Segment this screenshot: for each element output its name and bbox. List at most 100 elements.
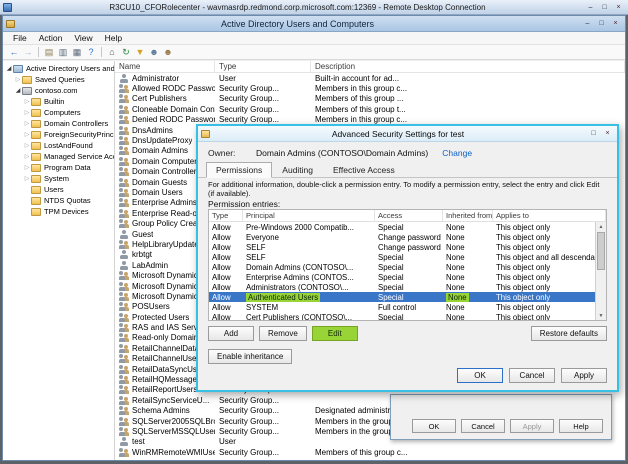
permission-entry[interactable]: AllowSYSTEMFull controlNoneThis object o… xyxy=(209,302,595,312)
expander-icon[interactable]: ▷ xyxy=(14,76,22,83)
mmc-close-button[interactable]: × xyxy=(609,18,622,29)
mmc-minimize-button[interactable]: – xyxy=(581,18,594,29)
expander-icon[interactable]: ◢ xyxy=(5,65,13,72)
tree-item-tpm-devices[interactable]: TPM Devices xyxy=(3,206,114,217)
owner-row: Owner: Domain Admins (CONTOSO\Domain Adm… xyxy=(208,148,607,158)
item-description: Members in this group c... xyxy=(311,84,625,93)
expander-icon[interactable]: ▷ xyxy=(23,153,31,160)
list-item[interactable]: Cert PublishersSecurity Group...Members … xyxy=(115,94,625,104)
set-domain-icon[interactable]: ⌂ xyxy=(105,46,119,59)
change-owner-link[interactable]: Change xyxy=(442,148,472,158)
perm-column-header-principal[interactable]: Principal xyxy=(243,210,375,222)
expander-icon[interactable]: ◢ xyxy=(14,87,22,94)
cancel-button[interactable]: Cancel xyxy=(461,419,505,433)
filter-icon[interactable]: ▼ xyxy=(133,46,147,59)
tree-item-system[interactable]: ▷System xyxy=(3,173,114,184)
tree-item-saved-queries[interactable]: ▷Saved Queries xyxy=(3,74,114,85)
help-icon[interactable]: ? xyxy=(84,46,98,59)
ok-button[interactable]: OK xyxy=(457,368,503,383)
perm-type: Allow xyxy=(209,243,243,252)
mmc-maximize-button[interactable]: □ xyxy=(595,18,608,29)
perm-column-header-access[interactable]: Access xyxy=(375,210,443,222)
scroll-down-icon[interactable]: ▼ xyxy=(596,311,606,320)
permission-entry[interactable]: AllowCert Publishers (CONTOSO\...Special… xyxy=(209,312,595,320)
tree-item-lostandfound[interactable]: ▷LostAndFound xyxy=(3,140,114,151)
list-item[interactable]: AdministratorUserBuilt-in account for ad… xyxy=(115,73,625,83)
permission-entry[interactable]: AllowEnterprise Admins (CONTOS...Special… xyxy=(209,272,595,282)
permission-entry[interactable]: AllowSELFChange passwordNoneThis object … xyxy=(209,242,595,252)
remove-button[interactable]: Remove xyxy=(259,326,307,341)
expander-icon[interactable]: ▷ xyxy=(23,164,31,171)
permission-entry[interactable]: AllowPre-Windows 2000 Compatib...Special… xyxy=(209,222,595,232)
apply-button[interactable]: Apply xyxy=(510,419,554,433)
cancel-button[interactable]: Cancel xyxy=(509,368,555,383)
tab-effective-access[interactable]: Effective Access xyxy=(323,162,405,178)
perm-column-header-type[interactable]: Type xyxy=(209,210,243,222)
tab-permissions[interactable]: Permissions xyxy=(206,162,272,178)
tree-item-users[interactable]: Users xyxy=(3,184,114,195)
adv-close-button[interactable]: × xyxy=(601,128,614,139)
expander-icon[interactable]: ▷ xyxy=(23,131,31,138)
enable-inheritance-button[interactable]: Enable inheritance xyxy=(208,349,292,364)
ok-button[interactable]: OK xyxy=(412,419,456,433)
scrollbar-thumb[interactable] xyxy=(597,232,605,270)
create-group-icon[interactable]: ☻ xyxy=(161,46,175,59)
restore-defaults-button[interactable]: Restore defaults xyxy=(531,326,607,341)
list-item[interactable]: Cloneable Domain Contr...Security Group.… xyxy=(115,104,625,114)
column-header-type[interactable]: Type xyxy=(215,61,311,73)
menu-file[interactable]: File xyxy=(7,33,33,43)
add-button[interactable]: Add xyxy=(208,326,254,341)
tab-auditing[interactable]: Auditing xyxy=(272,162,323,178)
perm-rows: AllowPre-Windows 2000 Compatib...Special… xyxy=(209,222,595,320)
scroll-up-icon[interactable]: ▲ xyxy=(596,222,606,231)
expander-icon[interactable]: ▷ xyxy=(23,120,31,127)
adv-maximize-button[interactable]: □ xyxy=(587,128,600,139)
column-header-name[interactable]: Name xyxy=(115,61,215,73)
permission-entry[interactable]: AllowEveryoneChange passwordNoneThis obj… xyxy=(209,232,595,242)
export-list-icon[interactable]: ▥ xyxy=(56,46,70,59)
mmc-titlebar[interactable]: Active Directory Users and Computers –□× xyxy=(3,16,625,32)
tree-item-foreignsecurityprincipal[interactable]: ▷ForeignSecurityPrincipal xyxy=(3,129,114,140)
tree-item-active-directory-users-and-com[interactable]: ◢Active Directory Users and Com xyxy=(3,63,114,74)
permission-entry[interactable]: AllowAuthenticated UsersSpecialNoneThis … xyxy=(209,292,595,302)
tree-item-contoso-com[interactable]: ◢contoso.com xyxy=(3,85,114,96)
permission-entry[interactable]: AllowDomain Admins (CONTOSO\...SpecialNo… xyxy=(209,262,595,272)
group-icon xyxy=(119,188,129,197)
create-user-icon[interactable]: ☻ xyxy=(147,46,161,59)
expander-icon[interactable]: ▷ xyxy=(23,98,31,105)
column-header-description[interactable]: Description xyxy=(311,61,625,73)
rdp-close-button[interactable]: × xyxy=(612,2,625,13)
expander-icon[interactable]: ▷ xyxy=(23,109,31,116)
refresh-icon[interactable]: ↻ xyxy=(119,46,133,59)
edit-button[interactable]: Edit xyxy=(312,326,358,341)
expander-icon[interactable]: ▷ xyxy=(23,142,31,149)
forward-icon[interactable]: → xyxy=(21,46,35,59)
menu-action[interactable]: Action xyxy=(33,33,69,43)
perm-column-header-applies-to[interactable]: Applies to xyxy=(493,210,606,222)
help-button[interactable]: Help xyxy=(559,419,603,433)
rdp-maximize-button[interactable]: □ xyxy=(598,2,611,13)
tree-item-ntds-quotas[interactable]: NTDS Quotas xyxy=(3,195,114,206)
properties-icon[interactable]: ▦ xyxy=(70,46,84,59)
back-icon[interactable]: ← xyxy=(7,46,21,59)
permission-entries-scrollbar[interactable]: ▲ ▼ xyxy=(595,222,606,320)
permission-entry[interactable]: AllowAdministrators (CONTOSO\...SpecialN… xyxy=(209,282,595,292)
show-tree-icon[interactable]: ▤ xyxy=(42,46,56,59)
permission-entry[interactable]: AllowSELFSpecialNoneThis object and all … xyxy=(209,252,595,262)
expander-icon[interactable]: ▷ xyxy=(23,175,31,182)
rdp-window-buttons: –□× xyxy=(583,2,625,13)
item-description: Members in this group c... xyxy=(311,115,625,124)
tree-item-computers[interactable]: ▷Computers xyxy=(3,107,114,118)
list-item[interactable]: WinRMRemoteWMIUsers__Security Group...Me… xyxy=(115,447,625,457)
perm-column-header-inherited-from[interactable]: Inherited from xyxy=(443,210,493,222)
adv-titlebar[interactable]: Advanced Security Settings for test □× xyxy=(198,126,617,142)
menu-view[interactable]: View xyxy=(68,33,98,43)
list-item[interactable]: Allowed RODC Password ...Security Group.… xyxy=(115,83,625,93)
tree-item-builtin[interactable]: ▷Builtin xyxy=(3,96,114,107)
rdp-minimize-button[interactable]: – xyxy=(584,2,597,13)
menu-help[interactable]: Help xyxy=(99,33,128,43)
tree-item-program-data[interactable]: ▷Program Data xyxy=(3,162,114,173)
apply-button[interactable]: Apply xyxy=(561,368,607,383)
tree-item-managed-service-accoun[interactable]: ▷Managed Service Accoun xyxy=(3,151,114,162)
tree-item-domain-controllers[interactable]: ▷Domain Controllers xyxy=(3,118,114,129)
